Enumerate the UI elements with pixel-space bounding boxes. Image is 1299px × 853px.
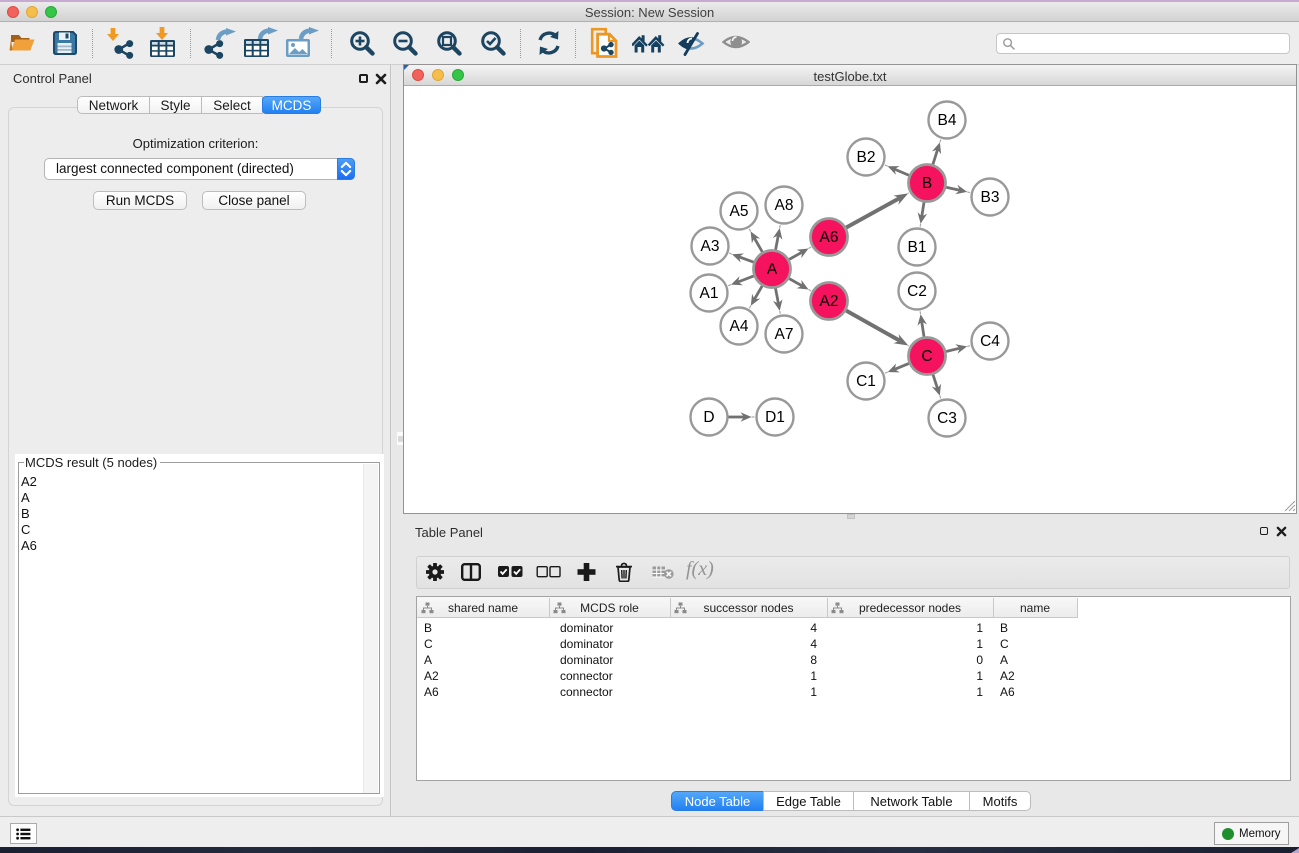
svg-text:A5: A5 [730, 203, 749, 220]
svg-text:A6: A6 [820, 229, 839, 246]
svg-text:A7: A7 [775, 326, 794, 343]
svg-text:A4: A4 [730, 318, 749, 335]
svg-text:B2: B2 [857, 149, 876, 166]
svg-text:C4: C4 [980, 333, 1000, 350]
svg-text:B4: B4 [938, 112, 957, 129]
svg-text:C3: C3 [937, 410, 957, 427]
svg-text:A3: A3 [701, 238, 720, 255]
svg-text:A2: A2 [820, 293, 839, 310]
svg-text:A: A [767, 261, 778, 278]
svg-text:C1: C1 [856, 373, 876, 390]
svg-text:C2: C2 [907, 283, 927, 300]
svg-text:A8: A8 [775, 197, 794, 214]
svg-text:C: C [921, 348, 932, 365]
svg-text:A1: A1 [700, 285, 719, 302]
svg-text:D: D [703, 409, 714, 426]
svg-text:B1: B1 [908, 239, 927, 256]
svg-text:B3: B3 [981, 189, 1000, 206]
svg-text:B: B [922, 175, 932, 192]
svg-text:D1: D1 [765, 409, 785, 426]
